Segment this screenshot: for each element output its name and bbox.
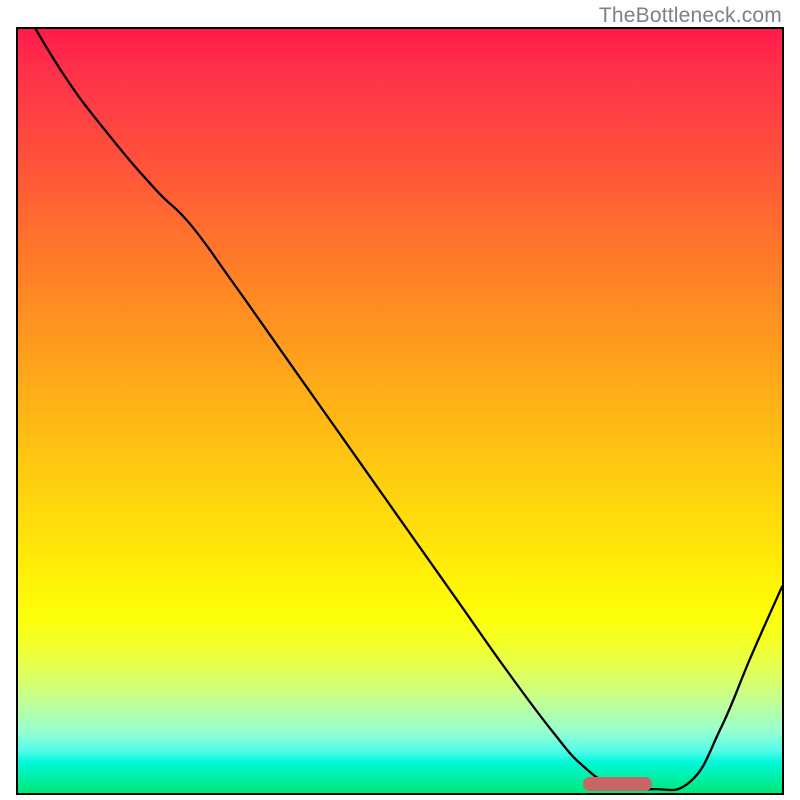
chart-curve: [18, 29, 782, 793]
flat-segment-marker: [583, 777, 652, 791]
chart-frame: [16, 27, 784, 795]
watermark-text: TheBottleneck.com: [599, 4, 782, 28]
